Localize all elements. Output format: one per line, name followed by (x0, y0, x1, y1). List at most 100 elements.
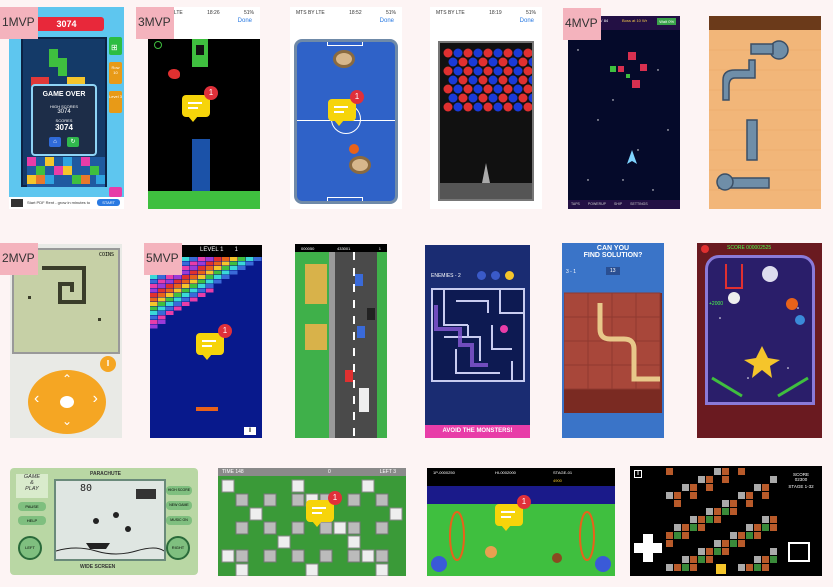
pinball-bonus: +2000 (709, 301, 724, 307)
puck-icon (349, 144, 359, 154)
gw-help-button[interactable]: HELP (18, 516, 46, 525)
fire-ring-icon (449, 511, 465, 561)
player-ship-icon (627, 150, 637, 164)
ad-start-button[interactable]: START (97, 199, 120, 206)
notification-chat-icon[interactable]: 1 (196, 324, 232, 360)
dpad-left-icon[interactable]: ‹ (34, 390, 39, 408)
gw-screen: 80 (54, 479, 166, 561)
player-car-icon (345, 370, 353, 382)
footer-settings-button[interactable]: SETTINGS (630, 202, 648, 207)
pinball-screenshot[interactable]: SCORE 000002525 +2000 (697, 243, 822, 438)
air-hockey-screenshot[interactable]: MTS BY LTE 18:52 51% Done 1 (290, 7, 402, 209)
pipe-puzzle-screenshot[interactable]: CAN YOU FIND SOLUTION? 3 - 1 13 (562, 243, 664, 438)
car-icon (355, 274, 363, 286)
ad-logo-icon (11, 199, 23, 207)
tank-score-panel: SCORE 02300 STAGE 1-32 (788, 472, 814, 489)
gw-score: 80 (80, 483, 93, 494)
home-icon[interactable]: ⌂ (49, 137, 61, 147)
right-control-icon[interactable] (595, 556, 611, 572)
status-bar: MTS BY LTE 18:52 51% (290, 7, 402, 27)
gw-newgame-button[interactable]: NEW GAME (166, 501, 192, 510)
gw-music-button[interactable]: MUSIC ON (166, 516, 192, 525)
boat-icon (86, 543, 110, 549)
tank-playfield (666, 468, 778, 574)
notification-chat-icon[interactable]: 1 (182, 86, 218, 122)
footer-taps-button[interactable]: TAPS (571, 202, 580, 207)
grid-icon: ⊞ (111, 43, 118, 52)
truck-icon (359, 388, 369, 412)
circus-screenshot[interactable]: 1P-0000250 HI-0002000 STAGE-01 4900 1 (427, 468, 615, 576)
gw-left-button[interactable]: LEFT (18, 536, 42, 560)
notification-badge: 1 (204, 86, 218, 100)
game-over-title: GAME OVER (42, 91, 86, 98)
space-shooter-screenshot[interactable]: LV 84 Boss at 10 Wr Wait 0% TAPS POWERUP… (568, 16, 680, 209)
moves-counter: 13 (606, 267, 620, 275)
dpad-control[interactable]: ⌃ ‹ › ⌄ (28, 370, 106, 434)
pause-button[interactable]: ‖ (244, 427, 256, 435)
fire-button[interactable] (788, 542, 810, 562)
lion-icon (485, 546, 497, 558)
restart-icon[interactable] (491, 271, 500, 280)
bomber-hud: TIME 148 0 LEFT 3 (218, 468, 406, 476)
notification-badge: 1 (218, 324, 232, 338)
hint-bulb-icon[interactable] (505, 271, 514, 280)
gw-pause-button[interactable]: PAUSE (18, 502, 46, 511)
bottom-mallet-icon (349, 156, 371, 174)
gw-highscore-button[interactable]: HIGH SCORE (166, 486, 192, 495)
pinball-score: SCORE 000002525 (727, 245, 772, 251)
car-icon (357, 326, 365, 338)
plumber-screenshot[interactable] (709, 16, 821, 209)
game-over-dialog: GAME OVER HIGH SCORES 3074 SCORES 3074 ⌂… (31, 84, 97, 156)
footer-powerup-button[interactable]: POWERUP (588, 202, 606, 207)
parachutist-icon (125, 526, 131, 532)
game-and-watch-screenshot[interactable]: GAME & PLAY PARACHUTE 80 PAUSE HELP HIGH S… (10, 468, 198, 575)
mvp-tag-3: 3MVP (136, 7, 174, 39)
hockey-table (294, 39, 398, 204)
done-button[interactable]: Done (380, 18, 394, 24)
pot-icon (552, 553, 562, 563)
side-panel-d[interactable] (109, 187, 122, 197)
notification-chat-icon[interactable]: 1 (495, 495, 531, 531)
level-label: 3 - 1 (566, 269, 577, 275)
mvp-tag-5: 5MVP (144, 243, 182, 275)
pause-icon[interactable]: ‖ (634, 470, 642, 478)
side-panel-a: ⊞ (109, 37, 122, 55)
bomber-screenshot[interactable]: TIME 148 0 LEFT 3 1 (218, 468, 406, 576)
maze-screenshot[interactable]: ENEMIES - 2 AVOID THE MONSTERS! (425, 245, 530, 438)
bubble-playfield (438, 41, 534, 201)
gw-title: PARACHUTE (90, 471, 122, 477)
road-racer-screenshot[interactable]: 000050 433001 1 (295, 244, 387, 438)
status-bar: MTS BY LTE 18:19 51% (430, 7, 542, 27)
notification-badge: 1 (350, 90, 364, 104)
star-icon (744, 346, 780, 378)
restart-icon[interactable]: ↻ (67, 137, 79, 147)
notification-chat-icon[interactable]: 1 (328, 90, 364, 126)
bird-icon (168, 69, 180, 79)
done-button[interactable]: Done (520, 18, 534, 24)
bubble-shooter-screenshot[interactable]: MTS BY LTE 18:19 51% Done (430, 7, 542, 209)
notification-chat-icon[interactable]: 1 (306, 491, 342, 527)
ad-banner[interactable]: Start PDF Rent - grow in minutes to STAR… (9, 197, 124, 209)
planet-icon (762, 266, 778, 282)
gw-footer: WIDE SCREEN (80, 564, 116, 570)
dpad-control[interactable] (634, 534, 662, 562)
parachutist-icon (93, 518, 99, 524)
side-panel-c: Level 3 (109, 91, 122, 113)
pause-button[interactable]: ‖ (100, 356, 116, 372)
high-score-value: 3074 (57, 109, 71, 115)
dpad-right-icon[interactable]: › (93, 390, 98, 408)
plumber-top-bar (709, 16, 821, 30)
pause-icon[interactable] (477, 271, 486, 280)
side-panel-b: Row 10 (109, 62, 122, 84)
left-control-icon[interactable] (431, 556, 447, 572)
paddle (196, 407, 218, 411)
maze-footer: AVOID THE MONSTERS! (425, 425, 530, 438)
parachutist-icon (113, 512, 119, 518)
footer-ship-button[interactable]: SHIP (614, 202, 622, 207)
dpad-down-icon[interactable]: ⌄ (62, 414, 72, 428)
tank-battle-screenshot[interactable]: ‖ SCORE 02300 STAGE 1-32 (630, 466, 822, 576)
done-button[interactable]: Done (238, 18, 252, 24)
dpad-up-icon[interactable]: ⌃ (62, 372, 72, 386)
close-icon[interactable] (701, 245, 709, 253)
gw-right-button[interactable]: RIGHT (166, 536, 190, 560)
